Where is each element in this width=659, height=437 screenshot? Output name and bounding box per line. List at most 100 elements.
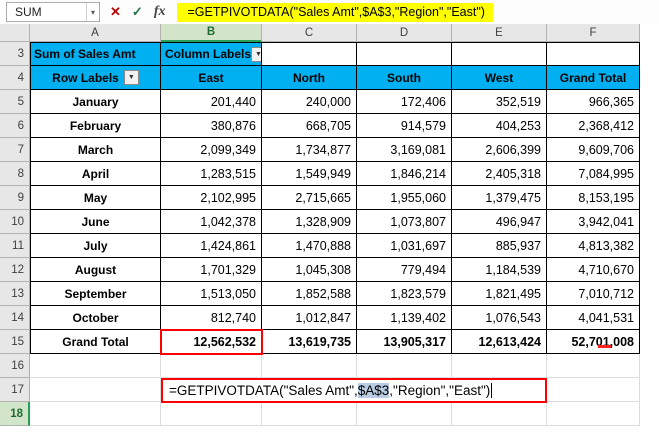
pivot-column-header-cell[interactable]: East <box>161 66 262 90</box>
data-cell[interactable]: 1,379,475 <box>452 186 547 210</box>
row-label-cell[interactable]: February <box>30 114 161 138</box>
empty-cell[interactable] <box>161 402 262 426</box>
data-cell[interactable]: 3,942,041 <box>547 210 640 234</box>
data-cell[interactable]: 380,876 <box>161 114 262 138</box>
data-cell[interactable]: 4,710,670 <box>547 258 640 282</box>
data-cell[interactable]: 496,947 <box>452 210 547 234</box>
pivot-column-header-cell[interactable]: North <box>262 66 357 90</box>
empty-cell[interactable] <box>357 402 452 426</box>
grand-total-cell[interactable]: 13,619,735 <box>262 330 357 354</box>
pivot-column-header-cell[interactable]: West <box>452 66 547 90</box>
data-cell[interactable]: 2,606,399 <box>452 138 547 162</box>
row-header-17[interactable]: 17 <box>0 378 30 402</box>
column-labels-cell[interactable]: Column Labels▼ <box>161 42 262 66</box>
data-cell[interactable]: 2,099,349 <box>161 138 262 162</box>
row-header-16[interactable]: 16 <box>0 354 30 378</box>
pivot-column-header-cell[interactable]: Grand Total <box>547 66 640 90</box>
grand-total-cell[interactable]: 13,905,317 <box>357 330 452 354</box>
data-cell[interactable]: 1,045,308 <box>262 258 357 282</box>
data-cell[interactable]: 8,153,195 <box>547 186 640 210</box>
row-header-11[interactable]: 11 <box>0 234 30 258</box>
data-cell[interactable]: 404,253 <box>452 114 547 138</box>
data-cell[interactable]: 966,365 <box>547 90 640 114</box>
data-cell[interactable]: 240,000 <box>262 90 357 114</box>
data-cell[interactable]: 1,821,495 <box>452 282 547 306</box>
cancel-icon[interactable]: ✕ <box>110 4 121 20</box>
empty-cell[interactable] <box>30 354 161 378</box>
row-header-13[interactable]: 13 <box>0 282 30 306</box>
row-header-9[interactable]: 9 <box>0 186 30 210</box>
row-header-7[interactable]: 7 <box>0 138 30 162</box>
empty-cell[interactable] <box>452 354 547 378</box>
data-cell[interactable]: 1,012,847 <box>262 306 357 330</box>
grand-total-cell[interactable]: 12,613,424 <box>452 330 547 354</box>
select-all-corner[interactable] <box>0 24 30 42</box>
empty-cell[interactable] <box>547 402 640 426</box>
empty-cell[interactable] <box>547 378 640 402</box>
insert-function-fx-icon[interactable]: fx <box>154 4 166 20</box>
name-box-dropdown-icon[interactable]: ▾ <box>86 3 99 21</box>
row-label-cell[interactable]: August <box>30 258 161 282</box>
empty-cell[interactable] <box>30 402 161 426</box>
data-cell[interactable]: 4,813,382 <box>547 234 640 258</box>
column-header-F[interactable]: F <box>547 24 640 42</box>
data-cell[interactable]: 1,852,588 <box>262 282 357 306</box>
column-header-C[interactable]: C <box>262 24 357 42</box>
data-cell[interactable]: 779,494 <box>357 258 452 282</box>
data-cell[interactable]: 9,609,706 <box>547 138 640 162</box>
row-labels-cell[interactable]: Row Labels▼ <box>30 66 161 90</box>
data-cell[interactable]: 1,955,060 <box>357 186 452 210</box>
data-cell[interactable]: 1,823,579 <box>357 282 452 306</box>
data-cell[interactable]: 1,184,539 <box>452 258 547 282</box>
data-cell[interactable]: 7,084,995 <box>547 162 640 186</box>
data-cell[interactable]: 668,705 <box>262 114 357 138</box>
empty-cell[interactable] <box>452 402 547 426</box>
data-cell[interactable]: 1,042,378 <box>161 210 262 234</box>
data-cell[interactable]: 1,701,329 <box>161 258 262 282</box>
column-labels-filter-icon[interactable]: ▼ <box>251 47 262 62</box>
data-cell[interactable]: 3,169,081 <box>357 138 452 162</box>
empty-cell[interactable] <box>547 354 640 378</box>
row-header-12[interactable]: 12 <box>0 258 30 282</box>
data-cell[interactable]: 2,368,412 <box>547 114 640 138</box>
empty-cell[interactable] <box>262 354 357 378</box>
data-cell[interactable]: 1,513,050 <box>161 282 262 306</box>
data-cell[interactable]: 2,715,665 <box>262 186 357 210</box>
row-header-6[interactable]: 6 <box>0 114 30 138</box>
data-cell[interactable]: 4,041,531 <box>547 306 640 330</box>
name-box[interactable]: SUM ▾ <box>6 2 100 22</box>
data-cell[interactable]: 1,328,909 <box>262 210 357 234</box>
empty-table-cell[interactable] <box>357 42 452 66</box>
row-label-cell[interactable]: July <box>30 234 161 258</box>
data-cell[interactable]: 1,734,877 <box>262 138 357 162</box>
column-header-E[interactable]: E <box>452 24 547 42</box>
data-cell[interactable]: 1,073,807 <box>357 210 452 234</box>
data-cell[interactable]: 1,549,949 <box>262 162 357 186</box>
active-cell-formula[interactable]: =GETPIVOTDATA("Sales Amt",$A$3,"Region",… <box>161 378 547 403</box>
column-header-D[interactable]: D <box>357 24 452 42</box>
row-header-18[interactable]: 18 <box>0 402 30 426</box>
data-cell[interactable]: 1,283,515 <box>161 162 262 186</box>
data-cell[interactable]: 172,406 <box>357 90 452 114</box>
data-cell[interactable]: 1,470,888 <box>262 234 357 258</box>
row-header-10[interactable]: 10 <box>0 210 30 234</box>
row-header-5[interactable]: 5 <box>0 90 30 114</box>
row-label-cell[interactable]: September <box>30 282 161 306</box>
data-cell[interactable]: 812,740 <box>161 306 262 330</box>
row-label-cell[interactable]: April <box>30 162 161 186</box>
row-header-3[interactable]: 3 <box>0 42 30 66</box>
data-cell[interactable]: 914,579 <box>357 114 452 138</box>
pivot-title-cell[interactable]: Sum of Sales Amt <box>30 42 161 66</box>
empty-cell[interactable] <box>357 354 452 378</box>
row-labels-filter-icon[interactable]: ▼ <box>124 70 139 85</box>
data-cell[interactable]: 885,937 <box>452 234 547 258</box>
empty-table-cell[interactable] <box>547 42 640 66</box>
data-cell[interactable]: 1,076,543 <box>452 306 547 330</box>
data-cell[interactable]: 1,031,697 <box>357 234 452 258</box>
row-header-14[interactable]: 14 <box>0 306 30 330</box>
empty-cell[interactable] <box>262 402 357 426</box>
data-cell[interactable]: 201,440 <box>161 90 262 114</box>
column-header-A[interactable]: A <box>30 24 161 42</box>
row-header-15[interactable]: 15 <box>0 330 30 354</box>
grand-total-label-cell[interactable]: Grand Total <box>30 330 161 354</box>
